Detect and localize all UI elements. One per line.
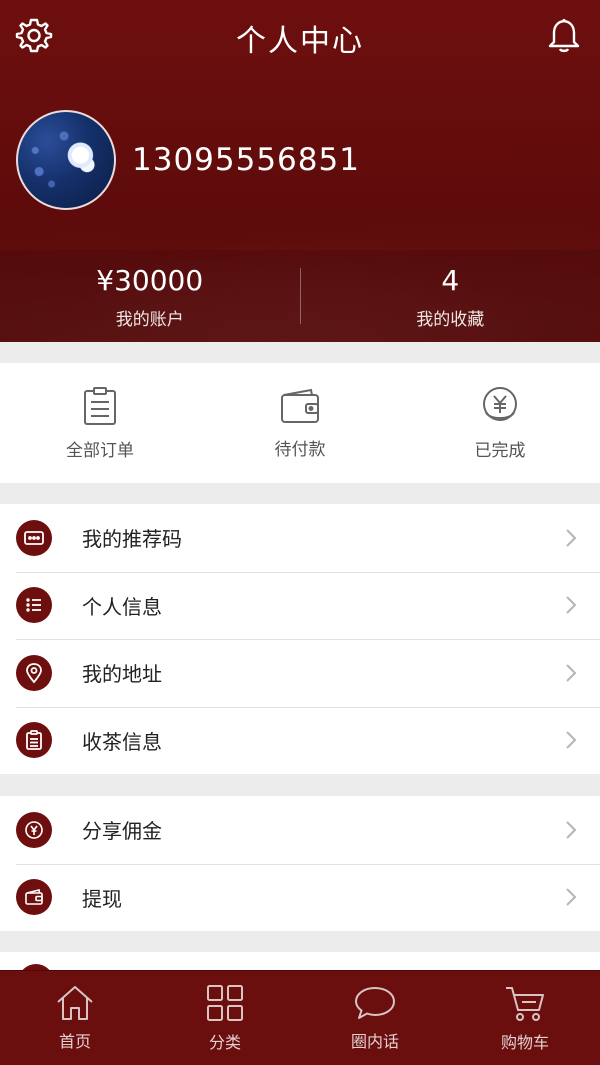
message-dots-icon [16, 519, 52, 556]
page-title: 个人中心 [236, 24, 364, 59]
grid-icon [207, 985, 243, 1021]
orders-section: 全部订单 待付款 已完成 [0, 363, 600, 483]
profile-header: 个人中心 13095556851 ¥30000 我的账户 4 我的收藏 [0, 0, 600, 342]
menu-label: 分享佣金 [82, 819, 162, 844]
yen-coin-icon [16, 811, 52, 848]
menu-group-account: 我的推荐码 个人信息 我的地址 收茶信息 [0, 504, 600, 774]
bell-icon[interactable] [542, 13, 586, 57]
avatar[interactable] [16, 110, 116, 210]
chevron-right-icon [566, 888, 577, 906]
account-stats: ¥30000 我的账户 4 我的收藏 [0, 250, 600, 342]
clipboard-icon [16, 722, 52, 759]
favorites-label: 我的收藏 [416, 309, 485, 330]
clipboard-icon [84, 386, 116, 425]
my-favorites-stat[interactable]: 4 我的收藏 [301, 250, 600, 342]
tab-category[interactable]: 分类 [150, 971, 300, 1065]
menu-label: 个人信息 [82, 594, 162, 619]
order-pending-payment-button[interactable]: 待付款 [200, 363, 400, 483]
order-pending-label: 待付款 [274, 439, 326, 460]
menu-item-referral-code[interactable]: 我的推荐码 [0, 504, 600, 572]
menu-item-share-commission[interactable]: 分享佣金 [0, 796, 600, 864]
menu-item-tea-receipt-info[interactable]: 收茶信息 [0, 706, 600, 775]
order-all-button[interactable]: 全部订单 [0, 363, 200, 483]
chevron-right-icon [566, 596, 577, 614]
balance-value: ¥30000 [96, 263, 204, 297]
chevron-right-icon [566, 731, 577, 749]
chat-bubble-icon [355, 987, 395, 1019]
favorites-count: 4 [441, 263, 460, 297]
tab-category-label: 分类 [208, 1033, 241, 1052]
menu-group-commission: 分享佣金 提现 [0, 796, 600, 931]
wallet-icon [16, 879, 52, 916]
home-icon [57, 986, 93, 1020]
tab-home-label: 首页 [58, 1032, 91, 1051]
chevron-right-icon [566, 821, 577, 839]
list-icon [16, 587, 52, 624]
top-bar: 个人中心 [0, 0, 600, 72]
tab-cart[interactable]: 购物车 [450, 971, 600, 1065]
phone-number: 13095556851 [132, 142, 360, 178]
menu-label: 收茶信息 [82, 729, 162, 754]
menu-item-personal-info[interactable]: 个人信息 [0, 571, 600, 640]
cart-icon [506, 987, 544, 1021]
menu-label: 我的地址 [82, 662, 162, 687]
menu-group-partial [0, 952, 600, 1000]
user-profile[interactable]: 13095556851 [16, 110, 360, 210]
menu-label: 提现 [82, 886, 122, 911]
chevron-right-icon [566, 664, 577, 682]
my-account-stat[interactable]: ¥30000 我的账户 [0, 250, 300, 342]
wallet-icon [281, 388, 319, 423]
tab-cart-label: 购物车 [500, 1033, 549, 1052]
chevron-right-icon [566, 529, 577, 547]
order-completed-label: 已完成 [474, 440, 526, 461]
menu-item-my-address[interactable]: 我的地址 [0, 639, 600, 707]
balance-label: 我的账户 [115, 309, 184, 330]
menu-item-withdraw[interactable]: 提现 [0, 863, 600, 932]
order-completed-button[interactable]: 已完成 [400, 363, 600, 483]
yen-coin-icon [483, 386, 517, 421]
tab-community[interactable]: 圈内话 [300, 971, 450, 1065]
tab-home[interactable]: 首页 [0, 971, 150, 1065]
tab-community-label: 圈内话 [350, 1032, 399, 1051]
bottom-tab-bar: 首页 分类 圈内话 购物车 [0, 970, 600, 1065]
location-pin-icon [16, 654, 52, 691]
order-all-label: 全部订单 [66, 440, 134, 461]
menu-label: 我的推荐码 [82, 527, 182, 552]
